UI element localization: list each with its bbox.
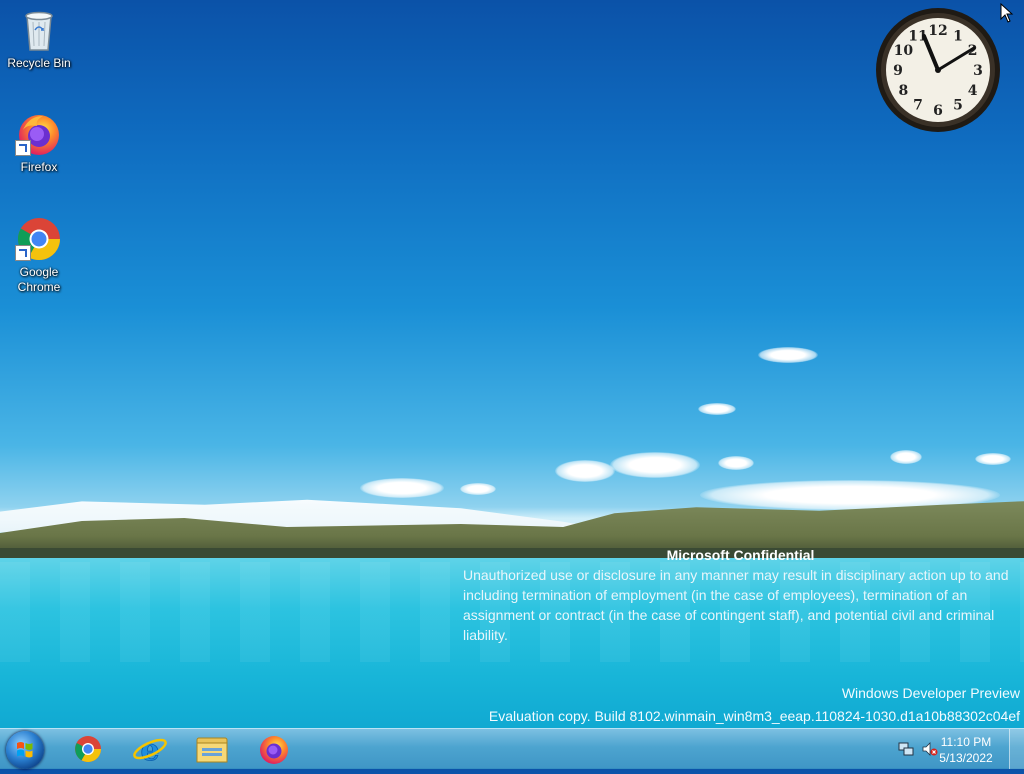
file-explorer-icon (196, 737, 228, 763)
windows-logo-icon (17, 742, 33, 758)
notice-title: Microsoft Confidential (666, 547, 815, 563)
cloud (890, 450, 922, 464)
svg-text:e: e (140, 733, 159, 767)
clock-numeral: 10 (894, 43, 914, 59)
start-button[interactable] (6, 731, 44, 769)
notice-body: Unauthorized use or disclosure in any ma… (463, 567, 1009, 643)
clock-numeral: 12 (928, 23, 947, 39)
system-tray: 11:10 PM 5/13/2022 (884, 729, 1024, 769)
taskbar-chrome[interactable] (62, 731, 114, 767)
cloud (975, 453, 1011, 465)
cloud (555, 460, 615, 482)
show-desktop-button[interactable] (1009, 729, 1024, 769)
clock-numeral: 9 (893, 63, 903, 79)
desktop-icon-recycle-bin[interactable]: Recycle Bin (2, 6, 76, 71)
clock-numeral: 1 (953, 28, 963, 44)
cloud (758, 347, 818, 363)
mouse-cursor-icon (1000, 2, 1014, 23)
cloud (698, 403, 736, 415)
desktop-icon-firefox[interactable]: Firefox (2, 110, 76, 175)
clock-gadget[interactable]: 12 1 2 3 4 5 6 7 8 9 10 11 (874, 6, 1002, 134)
tray-time: 11:10 PM (940, 735, 992, 749)
confidential-notice: Microsoft Confidential Unauthorized use … (463, 545, 1023, 645)
tray-date: 5/13/2022 (939, 751, 993, 765)
clock-tray[interactable]: 11:10 PM 5/13/2022 (936, 734, 996, 766)
cloud (460, 483, 496, 495)
chrome-icon (75, 736, 102, 763)
desktop-icon-label: Recycle Bin (7, 56, 71, 70)
firefox-icon (15, 110, 63, 158)
clock-numeral: 4 (968, 83, 978, 99)
firefox-icon (260, 736, 288, 764)
desktop-icon-label: Firefox (20, 160, 58, 174)
clock-numeral: 7 (913, 98, 923, 114)
internet-explorer-icon: e (133, 733, 167, 768)
shortcut-arrow-icon (15, 245, 31, 261)
recycle-bin-icon (15, 6, 63, 54)
watermark-build: Evaluation copy. Build 8102.winmain_win8… (488, 708, 1020, 724)
clock-numeral: 8 (899, 83, 909, 99)
clock-numeral: 3 (973, 63, 983, 79)
taskbar-file-explorer[interactable] (186, 731, 238, 767)
clock-numeral: 5 (953, 98, 963, 114)
cloud (360, 478, 444, 498)
taskbar: e 11:10 PM 5/13/2022 (0, 728, 1024, 769)
chrome-icon (15, 215, 63, 263)
desktop-icon-google-chrome[interactable]: Google Chrome (2, 215, 76, 295)
watermark-edition: Windows Developer Preview (841, 685, 1020, 701)
taskbar-firefox[interactable] (248, 731, 300, 767)
desktop-icon-label: Google Chrome (17, 265, 61, 294)
cloud (718, 456, 754, 470)
cloud (610, 452, 700, 478)
taskbar-internet-explorer[interactable]: e (124, 731, 176, 768)
network-icon[interactable] (898, 741, 914, 757)
shortcut-arrow-icon (15, 140, 31, 156)
clock-numeral: 6 (933, 103, 943, 119)
